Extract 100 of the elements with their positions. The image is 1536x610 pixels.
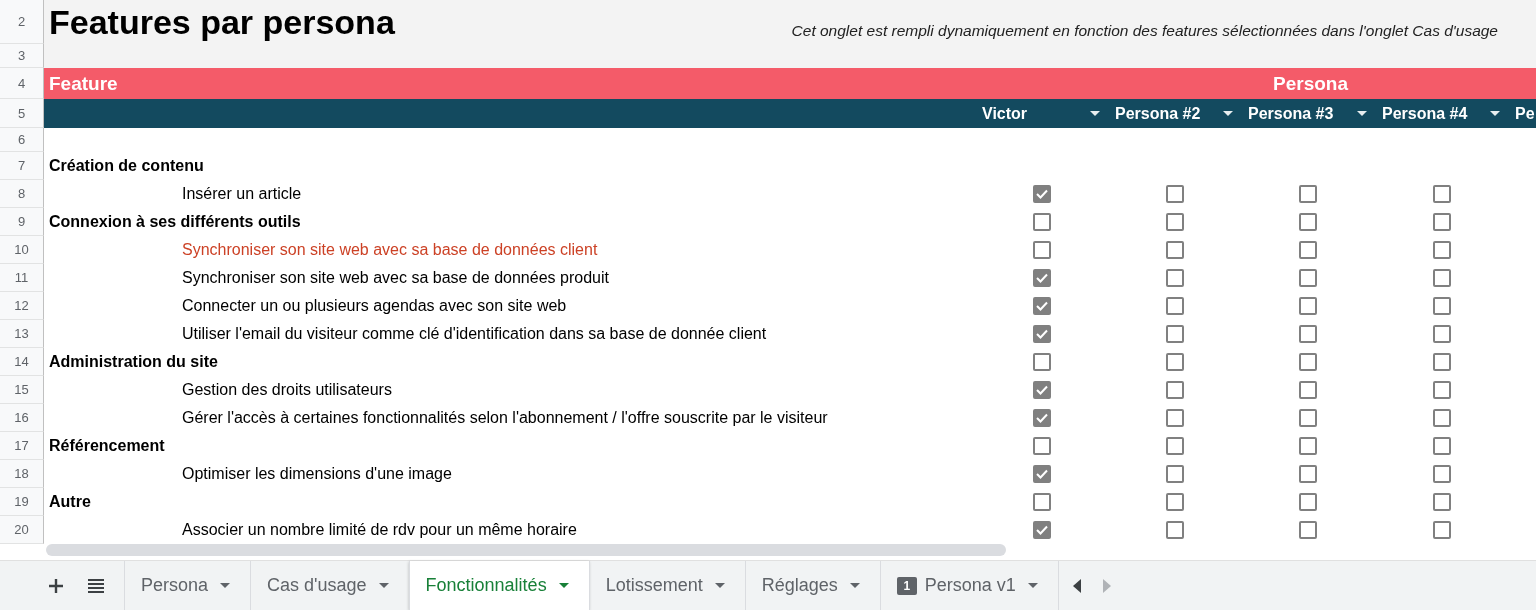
caret-icon[interactable] — [1223, 111, 1233, 116]
checkbox[interactable] — [1032, 241, 1051, 259]
checkbox[interactable] — [1432, 493, 1451, 511]
row-number: 4 — [0, 68, 44, 99]
row-number: 8 — [0, 180, 44, 208]
checkbox[interactable] — [1165, 381, 1184, 399]
caret-icon[interactable] — [714, 583, 725, 588]
persona-header: Persona #3 — [1248, 104, 1334, 123]
checkbox[interactable] — [1299, 269, 1317, 287]
row-number: 3 — [0, 44, 44, 68]
feature-label: Connecter un ou plusieurs agendas avec son site web — [182, 297, 567, 315]
checkbox[interactable] — [1032, 297, 1051, 315]
feature-label: Synchroniser son site web avec sa base de données client — [182, 241, 598, 259]
row-number: 9 — [0, 208, 44, 236]
sheet-tab[interactable]: Lotissement — [588, 561, 745, 610]
scrollbar[interactable] — [46, 544, 1006, 556]
checkbox[interactable] — [1032, 409, 1051, 427]
checkbox[interactable] — [1432, 465, 1451, 483]
checkbox[interactable] — [1299, 241, 1317, 259]
checkbox[interactable] — [1165, 493, 1184, 511]
checkbox[interactable] — [1299, 493, 1317, 511]
checkbox[interactable] — [1032, 213, 1051, 231]
checkbox[interactable] — [1032, 437, 1051, 455]
caret-icon[interactable] — [1090, 111, 1100, 116]
checkbox[interactable] — [1032, 185, 1051, 203]
checkbox[interactable] — [1432, 437, 1451, 455]
checkbox[interactable] — [1299, 325, 1317, 343]
feature-label: Optimiser les dimensions d'une image — [182, 465, 452, 483]
sheet-tab[interactable]: Réglages — [744, 561, 880, 610]
persona-header: Pe — [1515, 104, 1535, 123]
checkbox[interactable] — [1299, 297, 1317, 315]
caret-icon[interactable] — [1357, 111, 1367, 116]
checkbox[interactable] — [1432, 381, 1451, 399]
checkbox[interactable] — [1032, 465, 1051, 483]
checkbox[interactable] — [1032, 325, 1051, 343]
sheet-tab[interactable]: Cas d'usage — [250, 561, 409, 610]
checkbox[interactable] — [1032, 493, 1051, 511]
checkbox[interactable] — [1165, 521, 1184, 539]
row-number: 10 — [0, 236, 44, 264]
category-label: Création de contenu — [49, 157, 204, 175]
checkbox[interactable] — [1165, 465, 1184, 483]
checkbox[interactable] — [1299, 521, 1317, 539]
checkbox[interactable] — [1432, 325, 1451, 343]
caret-icon[interactable] — [1027, 583, 1038, 588]
feature-label: Synchroniser son site web avec sa base de données produit — [182, 269, 609, 287]
caret-icon[interactable] — [849, 583, 860, 588]
feature-label: Insérer un article — [182, 185, 302, 203]
checkbox[interactable] — [1432, 269, 1451, 287]
checkbox[interactable] — [1432, 353, 1451, 371]
feature-label: Gestion des droits utilisateurs — [182, 381, 392, 399]
checkbox[interactable] — [1432, 409, 1451, 427]
row-number: 18 — [0, 460, 44, 488]
checkbox[interactable] — [1165, 353, 1184, 371]
checkbox[interactable] — [1165, 297, 1184, 315]
checkbox[interactable] — [1165, 437, 1184, 455]
feature-label: Associer un nombre limité de rdv pour un même horaire — [182, 521, 577, 539]
checkbox[interactable] — [1165, 269, 1184, 287]
checkbox[interactable] — [1032, 353, 1051, 371]
checkbox[interactable] — [1299, 185, 1317, 203]
checkbox[interactable] — [1299, 437, 1317, 455]
checkbox[interactable] — [1299, 353, 1317, 371]
checkbox[interactable] — [1432, 241, 1451, 259]
checkbox[interactable] — [1032, 381, 1051, 399]
row-number: 14 — [0, 348, 44, 376]
checkbox[interactable] — [1032, 269, 1051, 287]
category-label: Connexion à ses différents outils — [49, 213, 301, 231]
checkbox[interactable] — [1165, 409, 1184, 427]
column-header: Feature — [48, 72, 119, 95]
checkbox[interactable] — [1299, 381, 1317, 399]
checkbox[interactable] — [1165, 241, 1184, 259]
checkbox[interactable] — [1432, 297, 1451, 315]
checkbox[interactable] — [1432, 213, 1451, 231]
sheet-tab[interactable]: Fonctionnalités — [408, 561, 589, 610]
row-number: 20 — [0, 516, 44, 544]
checkbox[interactable] — [1165, 213, 1184, 231]
persona-header: Persona #4 — [1382, 104, 1468, 123]
persona-header: Victor — [982, 104, 1028, 123]
row-number: 2 — [0, 0, 44, 44]
row-number: 6 — [0, 128, 44, 152]
caret-icon[interactable] — [220, 583, 231, 588]
caret-icon[interactable] — [558, 583, 569, 588]
caret-icon[interactable] — [378, 583, 389, 588]
checkbox[interactable] — [1299, 465, 1317, 483]
checkbox[interactable] — [1432, 521, 1451, 539]
row-number: 16 — [0, 404, 44, 432]
sheet-tab[interactable]: Persona — [124, 561, 251, 610]
sheet-tab[interactable]: 1 Persona v1 — [879, 561, 1058, 610]
checkbox[interactable] — [1432, 185, 1451, 203]
caret-icon[interactable] — [1490, 111, 1500, 116]
checkbox[interactable] — [1299, 213, 1317, 231]
row-number: 7 — [0, 152, 44, 180]
row-number: 19 — [0, 488, 44, 516]
row-number: 13 — [0, 320, 44, 348]
checkbox[interactable] — [1299, 409, 1317, 427]
category-label: Référencement — [49, 437, 165, 455]
checkbox[interactable] — [1165, 185, 1184, 203]
checkbox[interactable] — [1165, 325, 1184, 343]
scroll-left-icon[interactable] — [1072, 578, 1081, 593]
description-text: Cet onglet est rempli dynamiquement en fonction des features sélectionnées dans l'onglet Cas d'usage — [791, 22, 1498, 40]
checkbox[interactable] — [1032, 521, 1051, 539]
